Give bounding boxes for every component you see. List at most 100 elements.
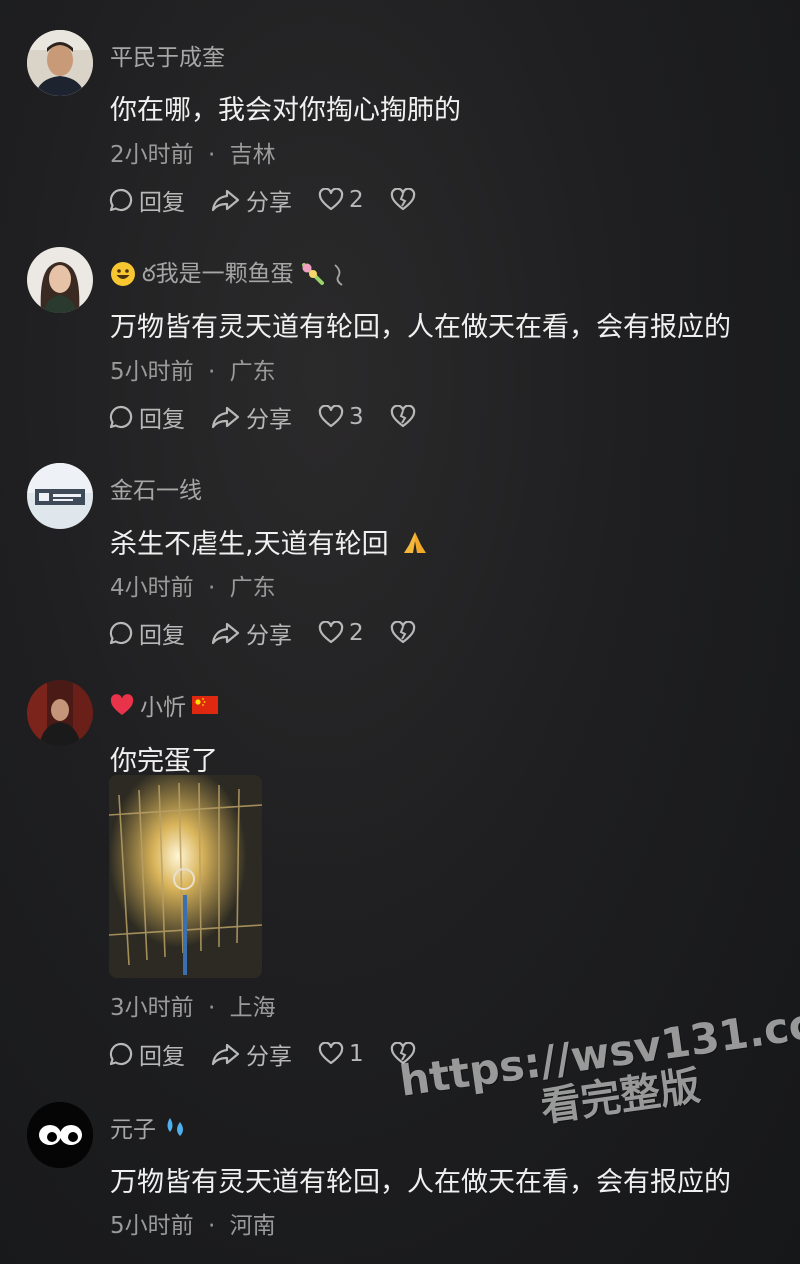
comment-text: 你在哪，我会对你掏心掏肺的 xyxy=(110,95,461,126)
cartoon-eyes-avatar-icon xyxy=(27,1102,93,1168)
comment-meta: 5小时前 · 河南 xyxy=(110,1206,276,1240)
comment-meta: 5小时前 · 广东 xyxy=(110,352,276,386)
comment-text: 你完蛋了 xyxy=(110,746,218,777)
lit-cage-photo-icon xyxy=(109,775,262,978)
username-text: ఠ我是一颗鱼蛋 xyxy=(142,261,294,287)
like-count: 1 xyxy=(349,1041,364,1067)
comment-meta: 2小时前 · 吉林 xyxy=(110,135,276,169)
heart-icon xyxy=(318,621,344,644)
comment-location: 广东 xyxy=(229,359,276,385)
heart-icon xyxy=(318,405,344,428)
reply-label: 回复 xyxy=(139,623,185,649)
username[interactable]: 元子 xyxy=(110,1110,188,1144)
like-count: 2 xyxy=(349,620,364,646)
user-photo-icon xyxy=(27,247,93,313)
heart-icon xyxy=(318,1042,344,1065)
sweat-droplets-emoji-icon xyxy=(167,1118,183,1136)
avatar[interactable] xyxy=(27,463,93,529)
comment-location: 吉林 xyxy=(229,142,276,168)
avatar[interactable] xyxy=(27,247,93,313)
share-arrow-icon xyxy=(211,1043,240,1066)
like-button[interactable]: 2 xyxy=(318,620,364,646)
comment-bubble-icon xyxy=(109,405,133,429)
comment-text-content: 杀生不虐生,天道有轮回 xyxy=(110,529,389,560)
username[interactable]: ఠ我是一颗鱼蛋 xyxy=(110,254,346,293)
share-arrow-icon xyxy=(211,189,240,212)
heart-icon xyxy=(318,188,344,211)
avatar[interactable] xyxy=(27,680,93,746)
comment-text: 杀生不虐生,天道有轮回 xyxy=(110,522,429,561)
reply-button[interactable]: 回复 xyxy=(108,400,185,434)
broken-heart-icon xyxy=(390,621,415,644)
username[interactable]: 平民于成奎 xyxy=(110,38,225,72)
comment-location: 河南 xyxy=(229,1213,276,1239)
curl-decoration-icon xyxy=(334,263,343,286)
reply-button[interactable]: 回复 xyxy=(108,1037,185,1071)
username-text: 金石一线 xyxy=(110,478,202,504)
dislike-button[interactable] xyxy=(390,405,416,429)
comment-actions: 回复 分享 2 xyxy=(108,182,442,218)
comment-actions: 回复 分享 3 xyxy=(108,399,442,435)
comment-actions: 回复 分享 2 xyxy=(108,615,442,651)
username-text: 小忻 xyxy=(140,695,186,721)
comment-location: 广东 xyxy=(229,575,276,601)
share-label: 分享 xyxy=(246,190,292,216)
comment-meta: 4小时前 · 广东 xyxy=(110,568,276,602)
share-arrow-icon xyxy=(211,622,240,645)
share-arrow-icon xyxy=(211,406,240,429)
avatar[interactable] xyxy=(27,1102,93,1168)
share-label: 分享 xyxy=(246,407,292,433)
like-button[interactable]: 2 xyxy=(318,187,364,213)
reply-label: 回复 xyxy=(139,407,185,433)
flower-emoji-icon xyxy=(301,262,324,285)
comment-time: 4小时前 xyxy=(110,575,194,601)
share-label: 分享 xyxy=(246,1044,292,1070)
meta-separator: · xyxy=(207,995,216,1021)
meta-separator: · xyxy=(207,142,216,168)
meta-separator: · xyxy=(207,359,216,385)
user-photo-icon xyxy=(27,30,93,96)
comment-text: 万物皆有灵天道有轮回，人在做天在看，会有报应的 xyxy=(110,1167,731,1198)
like-count: 3 xyxy=(349,404,364,430)
comment-bubble-icon xyxy=(109,621,133,645)
reply-label: 回复 xyxy=(139,1044,185,1070)
like-button[interactable]: 1 xyxy=(318,1041,364,1067)
share-button[interactable]: 分享 xyxy=(211,183,292,217)
meta-separator: · xyxy=(207,1213,216,1239)
grinning-face-emoji-icon xyxy=(111,261,135,286)
dislike-button[interactable] xyxy=(390,621,416,645)
comment-location: 上海 xyxy=(229,995,276,1021)
share-button[interactable]: 分享 xyxy=(211,1037,292,1071)
username[interactable]: 金石一线 xyxy=(110,471,202,505)
reply-button[interactable]: 回复 xyxy=(108,183,185,217)
username-text: 元子 xyxy=(110,1117,156,1143)
dislike-button[interactable] xyxy=(390,188,416,212)
reply-label: 回复 xyxy=(139,190,185,216)
avatar[interactable] xyxy=(27,30,93,96)
comment-time: 3小时前 xyxy=(110,995,194,1021)
comment-bubble-icon xyxy=(109,188,133,212)
comment-actions: 回复 分享 1 xyxy=(108,1036,442,1072)
broken-heart-icon xyxy=(390,405,415,428)
comment-text: 万物皆有灵天道有轮回，人在做天在看，会有报应的 xyxy=(110,312,731,343)
user-photo-icon xyxy=(27,680,93,746)
comment-meta: 3小时前 · 上海 xyxy=(110,988,276,1022)
share-button[interactable]: 分享 xyxy=(211,400,292,434)
broken-heart-icon xyxy=(390,188,415,211)
brand-logo-avatar-icon xyxy=(27,463,93,529)
username[interactable]: 小忻 xyxy=(110,688,218,722)
like-count: 2 xyxy=(349,187,364,213)
share-label: 分享 xyxy=(246,623,292,649)
comment-time: 5小时前 xyxy=(110,359,194,385)
red-heart-emoji-icon xyxy=(110,694,134,715)
comment-image[interactable] xyxy=(109,775,262,978)
like-button[interactable]: 3 xyxy=(318,404,364,430)
reply-button[interactable]: 回复 xyxy=(108,616,185,650)
comment-time: 2小时前 xyxy=(110,142,194,168)
username-text: 平民于成奎 xyxy=(110,45,225,71)
folded-hands-emoji-icon xyxy=(404,532,427,553)
share-button[interactable]: 分享 xyxy=(211,616,292,650)
comment-bubble-icon xyxy=(109,1042,133,1066)
meta-separator: · xyxy=(207,575,216,601)
china-flag-emoji-icon xyxy=(192,696,218,714)
